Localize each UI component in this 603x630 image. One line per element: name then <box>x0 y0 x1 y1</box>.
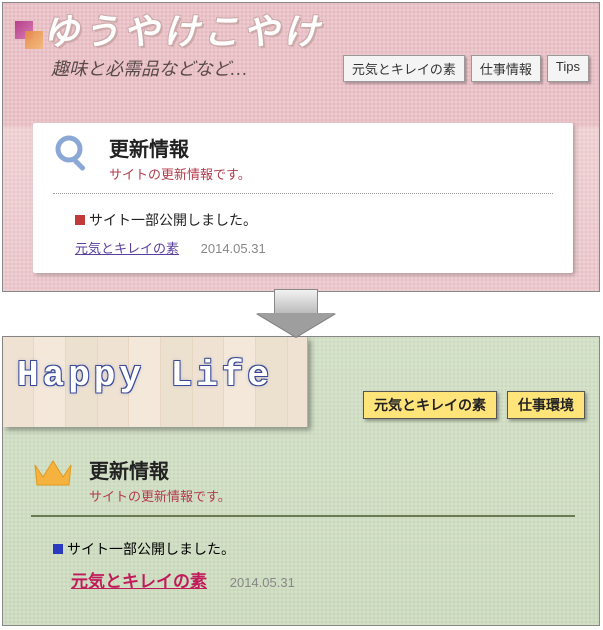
card-title: 更新情報 <box>89 455 231 484</box>
entry-date: 2014.05.31 <box>201 241 266 256</box>
nav-item-shigoto[interactable]: 仕事環境 <box>507 391 585 419</box>
bullet-icon <box>75 215 85 225</box>
entry-title: サイト一部公開しました。 <box>67 541 235 557</box>
entry-date: 2014.05.31 <box>230 575 295 590</box>
updates-card: 更新情報 サイトの更新情報です。 サイト一部公開しました。 元気とキレイの素 2… <box>31 455 575 592</box>
bottom-theme-panel: Happy Life 元気とキレイの素 仕事環境 更新情報 サイトの更新情報です… <box>2 336 600 626</box>
top-theme-panel: ゆうやけこやけ 趣味と必需品などなど… 元気とキレイの素 仕事情報 Tips 更… <box>2 2 600 292</box>
updates-card: 更新情報 サイトの更新情報です。 サイト一部公開しました。 元気とキレイの素 2… <box>33 123 573 273</box>
nav-item-genki[interactable]: 元気とキレイの素 <box>343 55 465 82</box>
card-header: 更新情報 サイトの更新情報です。 <box>31 455 575 517</box>
search-icon <box>53 133 93 178</box>
bullet-icon <box>53 544 63 554</box>
entry-meta: 元気とキレイの素 2014.05.31 <box>71 567 575 592</box>
entry-link[interactable]: 元気とキレイの素 <box>71 572 207 591</box>
card-header: 更新情報 サイトの更新情報です。 <box>53 133 553 194</box>
card-subtitle: サイトの更新情報です。 <box>109 164 251 183</box>
update-entry: サイト一部公開しました。 <box>75 210 553 230</box>
bottom-nav: 元気とキレイの素 仕事環境 <box>363 391 585 419</box>
nav-item-genki[interactable]: 元気とキレイの素 <box>363 391 497 419</box>
down-arrow-icon <box>256 289 336 339</box>
top-nav: 元気とキレイの素 仕事情報 Tips <box>343 55 589 82</box>
crown-icon <box>31 455 75 496</box>
update-entry: サイト一部公開しました。 <box>53 539 575 559</box>
entry-meta: 元気とキレイの素 2014.05.31 <box>75 238 553 257</box>
card-title: 更新情報 <box>109 133 251 162</box>
site-title: Happy Life <box>17 355 273 396</box>
card-subtitle: サイトの更新情報です。 <box>89 486 231 505</box>
logo-icon <box>15 21 43 49</box>
card-header-text: 更新情報 サイトの更新情報です。 <box>89 455 231 505</box>
nav-item-shigoto[interactable]: 仕事情報 <box>471 55 541 82</box>
card-header-text: 更新情報 サイトの更新情報です。 <box>109 133 251 183</box>
page: ゆうやけこやけ 趣味と必需品などなど… 元気とキレイの素 仕事情報 Tips 更… <box>0 0 603 630</box>
site-title: ゆうやけこやけ <box>43 3 323 55</box>
nav-item-tips[interactable]: Tips <box>547 55 589 82</box>
entry-title: サイト一部公開しました。 <box>89 212 257 228</box>
site-tagline: 趣味と必需品などなど… <box>51 55 247 81</box>
top-header: ゆうやけこやけ 趣味と必需品などなど… 元気とキレイの素 仕事情報 Tips <box>3 3 599 103</box>
entry-link[interactable]: 元気とキレイの素 <box>75 241 179 256</box>
